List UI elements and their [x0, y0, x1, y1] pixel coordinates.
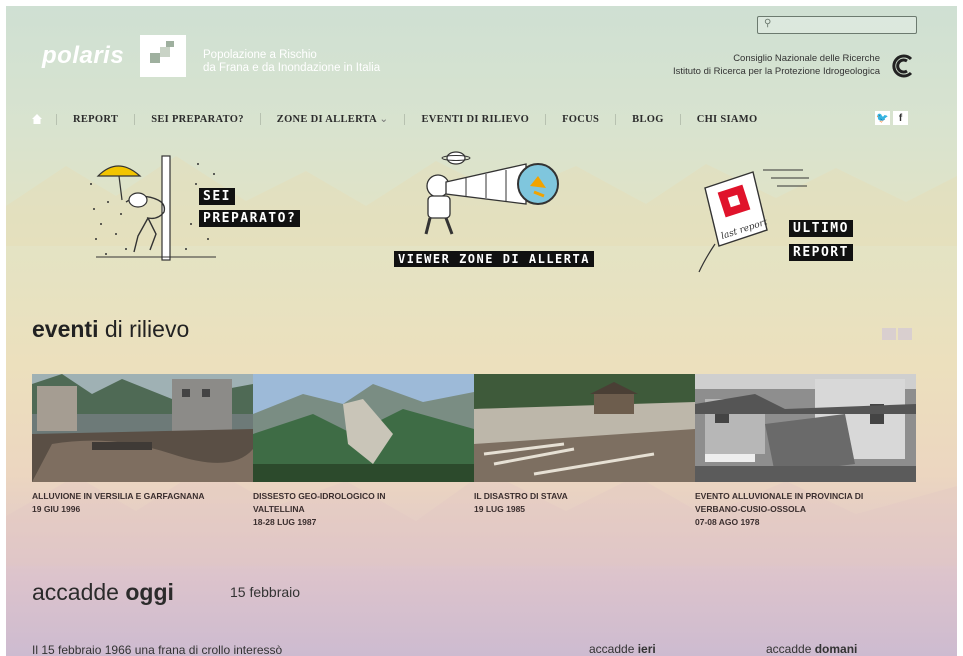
- nav-item-sei-preparato[interactable]: SEI PREPARATO?: [134, 113, 260, 125]
- ieri-bold: ieri: [637, 642, 656, 656]
- nav-item-report[interactable]: REPORT: [56, 113, 134, 125]
- event-title: ALLUVIONE IN VERSILIA E GARFAGNANA: [32, 491, 205, 501]
- event-title: DISSESTO GEO-IDROLOGICO IN VALTELLINA: [253, 491, 386, 514]
- logo-mark-icon: [140, 35, 186, 77]
- accadde-ieri-link[interactable]: accadde ieri: [589, 642, 656, 656]
- accadde-title-bold: oggi: [125, 579, 174, 605]
- event-photo-valtellina[interactable]: [253, 374, 474, 482]
- nav-item-zone-label: ZONE DI ALLERTA: [276, 114, 377, 125]
- nav-item-focus[interactable]: FOCUS: [545, 113, 615, 125]
- promo-preparato-label: PREPARATO?: [199, 210, 301, 227]
- accadde-title-rest: accadde: [32, 579, 126, 605]
- nav-item-blog[interactable]: BLOG: [615, 113, 680, 125]
- event-caption-valtellina[interactable]: DISSESTO GEO-IDROLOGICO IN VALTELLINA 18…: [253, 490, 433, 529]
- cnr-logo-icon[interactable]: [889, 53, 915, 79]
- tagline-line-2: da Frana e da Inondazione in Italia: [203, 62, 381, 74]
- logo-text: polaris: [42, 42, 125, 69]
- tagline-line-1: Popolazione a Rischio: [203, 49, 317, 61]
- event-date: 19 LUG 1985: [474, 504, 526, 514]
- promo-viewer-label: VIEWER ZONE DI ALLERTA: [394, 251, 594, 267]
- search-input[interactable]: ⚲: [757, 16, 917, 34]
- promo-ultimo-label: ULTIMO: [789, 220, 853, 237]
- facebook-icon[interactable]: f: [893, 111, 908, 125]
- event-date: 18-28 LUG 1987: [253, 517, 317, 527]
- accadde-oggi-title: accadde oggi: [32, 579, 174, 606]
- promo-viewer-zone-di-allerta[interactable]: VIEWER ZONE DI ALLERTA: [386, 146, 606, 271]
- accadde-date: 15 febbraio: [230, 584, 301, 600]
- accadde-domani-link[interactable]: accadde domani: [766, 642, 857, 656]
- promo-sei-preparato[interactable]: SEI PREPARATO?: [86, 154, 316, 264]
- event-title: EVENTO ALLUVIONALE IN PROVINCIA DI VERBA…: [695, 491, 864, 514]
- domani-rest: accadde: [766, 642, 815, 656]
- page-frame: ⚲ polaris Popolazione a Rischio da Frana…: [6, 6, 957, 656]
- event-photo-versilia[interactable]: [32, 374, 253, 482]
- site-tagline: Popolazione a Rischio da Frana e da Inon…: [203, 49, 380, 75]
- institution-line-1: Consiglio Nazionale delle Ricerche: [733, 53, 880, 64]
- promo-sei-label: SEI: [199, 188, 235, 205]
- domani-bold: domani: [814, 642, 858, 656]
- chevron-down-icon: ⌄: [379, 114, 389, 125]
- event-caption-verbano[interactable]: EVENTO ALLUVIONALE IN PROVINCIA DI VERBA…: [695, 490, 875, 529]
- eventi-photo-strip: [32, 374, 917, 482]
- ieri-rest: accadde: [589, 642, 638, 656]
- promo-ultimo-report[interactable]: last report ULTIMO REPORT: [691, 164, 871, 284]
- twitter-icon[interactable]: 🐦: [875, 111, 890, 125]
- event-date: 19 GIU 1996: [32, 504, 81, 514]
- eventi-title-rest: di rilievo: [98, 316, 190, 342]
- umbrella-illustration-icon: [90, 155, 216, 261]
- nav-item-eventi-di-rilievo[interactable]: EVENTI DI RILIEVO: [404, 113, 545, 125]
- eventi-section-title: eventi di rilievo: [32, 316, 189, 343]
- nav-item-chi-siamo[interactable]: CHI SIAMO: [679, 113, 774, 125]
- event-photo-verbano[interactable]: [695, 374, 916, 482]
- polaris-logo[interactable]: polaris: [32, 34, 194, 78]
- next-arrow-icon[interactable]: [898, 328, 912, 340]
- event-caption-stava[interactable]: IL DISASTRO DI STAVA 19 LUG 1985: [474, 490, 654, 516]
- event-photo-stava[interactable]: [474, 374, 695, 482]
- prev-arrow-icon[interactable]: [882, 328, 896, 340]
- social-links: 🐦 f: [875, 111, 908, 125]
- institution-line-2: Istituto di Ricerca per la Protezione Id…: [672, 66, 880, 77]
- promo-report-label: REPORT: [789, 244, 853, 261]
- accadde-snippet[interactable]: Il 15 febbraio 1966 una frana di crollo …: [32, 643, 282, 656]
- nav-item-zone-di-allerta[interactable]: ZONE DI ALLERTA ⌄: [259, 113, 405, 125]
- event-caption-versilia[interactable]: ALLUVIONE IN VERSILIA E GARFAGNANA 19 GI…: [32, 490, 212, 516]
- eventi-pager: [882, 328, 912, 340]
- event-date: 07-08 AGO 1978: [695, 517, 760, 527]
- search-icon: ⚲: [764, 18, 772, 29]
- main-nav: REPORT SEI PREPARATO? ZONE DI ALLERTA ⌄ …: [32, 110, 773, 128]
- astronaut-telescope-icon: [424, 151, 559, 235]
- event-title: IL DISASTRO DI STAVA: [474, 491, 568, 501]
- home-icon[interactable]: [32, 114, 42, 124]
- institution-name[interactable]: Consiglio Nazionale delle Ricerche Istit…: [673, 52, 880, 78]
- eventi-title-bold: eventi: [32, 316, 99, 342]
